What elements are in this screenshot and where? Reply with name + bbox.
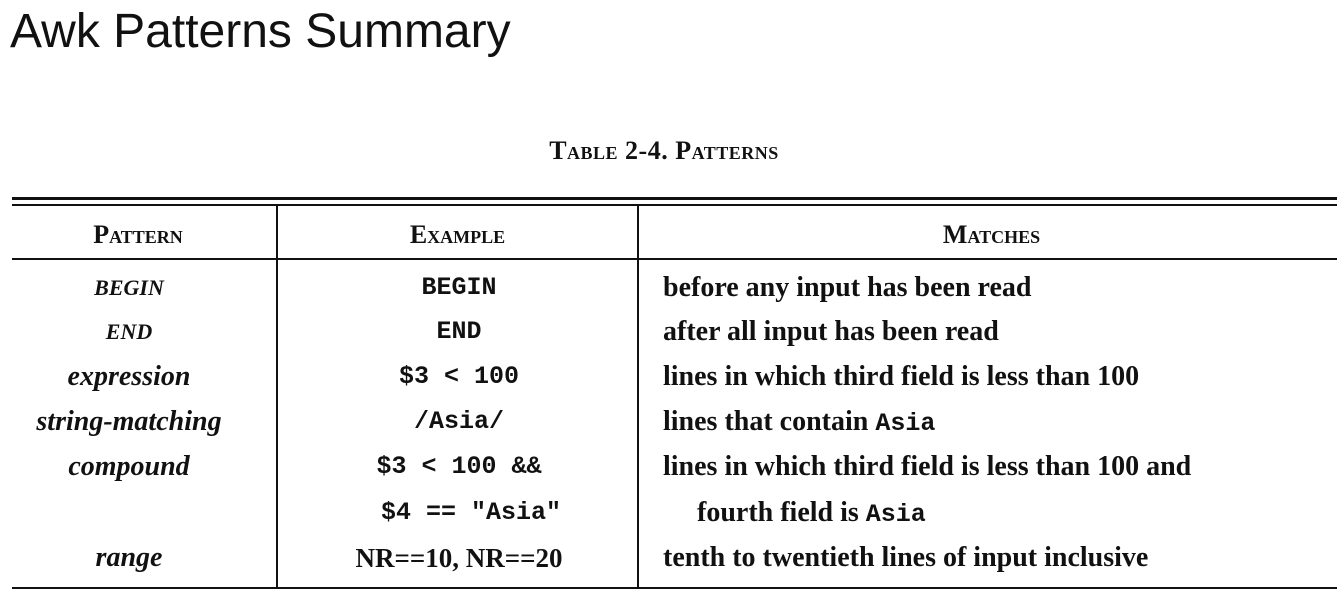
example-cell: $4 == "Asia" <box>380 498 562 527</box>
matches-cell: fourth field is Asia <box>663 491 1339 535</box>
matches-cell: lines in which third field is less than … <box>663 361 1140 392</box>
example-cell: BEGIN <box>421 273 497 302</box>
header-matches: Matches <box>942 220 1041 249</box>
matches-cell: lines that contain Asia <box>663 400 1339 444</box>
matches-cell: tenth to twentieth lines of input inclus… <box>663 542 1149 573</box>
example-cell: $3 < 100 <box>398 362 520 391</box>
matches-cell: after all input has been read <box>663 316 999 347</box>
table-row: BEGIN BEGIN before any input has been re… <box>0 266 1344 310</box>
table-bottom-rule <box>12 587 1337 589</box>
slide-title: Awk Patterns Summary <box>10 5 511 58</box>
pattern-cell: expression <box>67 361 191 392</box>
table-top-rule <box>12 197 1337 200</box>
matches-code: Asia <box>875 409 936 438</box>
table-caption: Table 2-4. Patterns <box>549 136 779 165</box>
matches-text: fourth field is <box>697 497 866 528</box>
example-cell: END <box>436 317 482 346</box>
table-row: string-matching /Asia/ lines that contai… <box>0 400 1344 444</box>
pattern-cell: string-matching <box>36 406 222 437</box>
example-cell: $3 < 100 && <box>376 452 542 481</box>
pattern-cell: compound <box>68 451 190 482</box>
matches-code: Asia <box>865 500 926 529</box>
table-row: END END after all input has been read <box>0 310 1344 354</box>
example-cell: NR==10, NR==20 <box>355 543 563 573</box>
pattern-cell <box>0 491 258 535</box>
table-row: $4 == "Asia" fourth field is Asia <box>0 491 1344 535</box>
table-row: range NR==10, NR==20 tenth to twentieth … <box>0 536 1344 580</box>
header-bottom-rule <box>12 258 1337 260</box>
pattern-cell: END <box>105 319 153 344</box>
matches-text: lines that contain <box>663 406 876 437</box>
header-example: Example <box>409 220 506 249</box>
pattern-cell: BEGIN <box>94 275 164 300</box>
matches-cell: lines in which third field is less than … <box>663 451 1192 482</box>
table-row: compound $3 < 100 && lines in which thir… <box>0 445 1344 489</box>
header-pattern: Pattern <box>93 220 183 249</box>
example-cell: /Asia/ <box>413 407 504 436</box>
table-top-rule-inner <box>12 204 1337 206</box>
matches-cell: before any input has been read <box>663 272 1032 303</box>
table-row: expression $3 < 100 lines in which third… <box>0 355 1344 399</box>
pattern-cell: range <box>95 542 163 573</box>
